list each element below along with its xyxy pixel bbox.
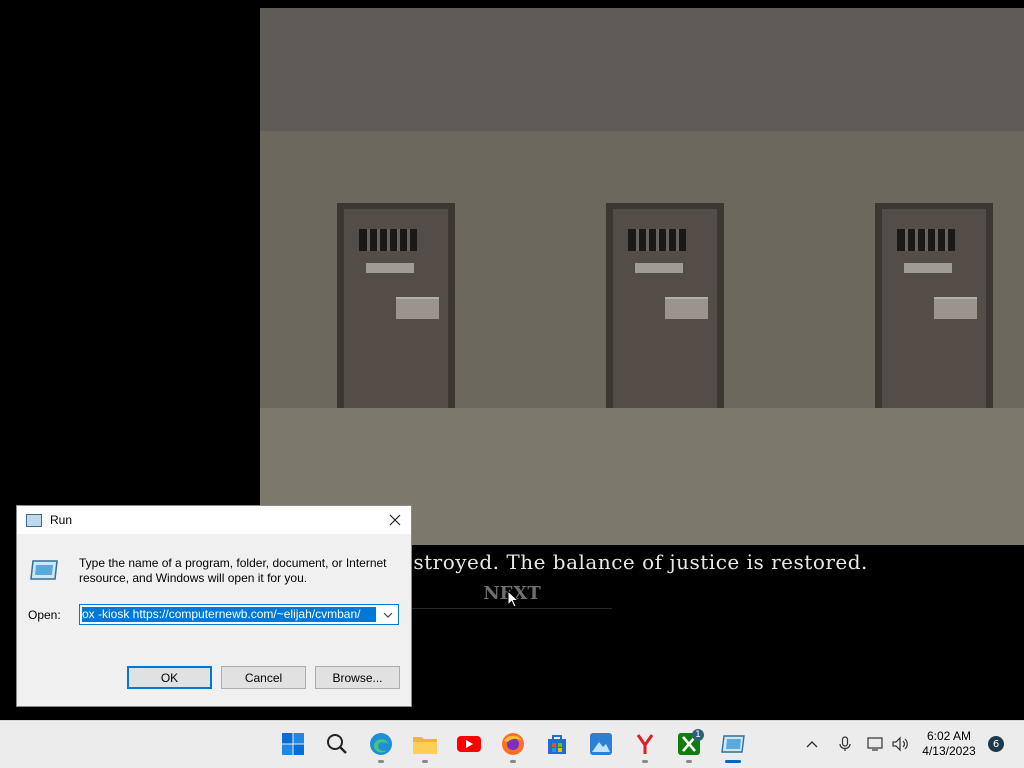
chevron-down-icon [383,612,393,618]
story-text: estroyed. The balance of justice is rest… [401,550,868,574]
firefox-icon [502,733,524,755]
running-indicator [642,760,648,763]
run-icon [26,513,42,527]
search-icon [327,734,347,754]
clock-time: 6:02 AM [926,729,972,743]
close-icon [389,514,401,526]
yandex-button[interactable] [632,731,658,757]
photos-icon [590,733,612,755]
door-window [897,229,955,251]
running-indicator [510,760,516,763]
volume-icon [892,736,908,752]
taskbar: 1 6:02 AM 4/13/2023 6 [0,720,1024,768]
mouse-cursor-icon [507,590,519,608]
search-button[interactable] [324,731,350,757]
ok-button[interactable]: OK [127,666,212,689]
chevron-up-icon [806,741,818,748]
door-plate [366,263,414,273]
yandex-icon [636,734,654,754]
cancel-button[interactable]: Cancel [221,666,306,689]
firefox-button[interactable] [500,731,526,757]
run-program-icon [30,560,58,580]
photos-button[interactable] [588,731,614,757]
door-plate [635,263,683,273]
close-button[interactable] [385,510,405,530]
xbox-badge: 1 [692,729,704,741]
show-hidden-icons-button[interactable] [803,735,821,753]
edge-icon [370,733,392,755]
clock[interactable]: 6:02 AM 4/13/2023 [918,729,980,759]
dialog-titlebar[interactable]: Run [17,506,411,534]
volume-button[interactable] [891,735,909,753]
file-explorer-icon [413,737,437,754]
network-icon [867,737,883,751]
open-input-value[interactable]: ox -kiosk https://computernewb.com/~elij… [82,607,376,622]
running-indicator [378,760,384,763]
cell-door-2 [606,203,724,408]
file-explorer-button[interactable] [412,731,438,757]
divider [402,608,612,609]
ceiling [260,8,1024,131]
open-input[interactable]: ox -kiosk https://computernewb.com/~elij… [79,604,399,625]
open-label: Open: [28,608,61,622]
door-slot [396,297,439,319]
cell-door-1 [337,203,455,408]
start-button[interactable] [280,731,306,757]
dialog-title: Run [50,513,73,527]
store-icon [548,735,566,754]
door-slot [934,297,977,319]
running-indicator [422,760,428,763]
clock-date: 4/13/2023 [922,744,976,758]
cell-door-3 [875,203,993,408]
door-slot [665,297,708,319]
door-window [628,229,686,251]
running-indicator [686,760,692,763]
youtube-button[interactable] [456,731,482,757]
game-scene [260,8,1024,545]
run-taskbar-button[interactable] [720,731,746,757]
edge-button[interactable] [368,731,394,757]
run-icon [721,735,745,753]
door-window [359,229,417,251]
dropdown-button[interactable] [378,605,398,624]
store-button[interactable] [544,731,570,757]
notification-badge[interactable]: 6 [988,736,1004,752]
microphone-button[interactable] [836,735,854,753]
run-dialog: Run Type the name of a program, folder, … [16,505,412,707]
network-button[interactable] [867,735,885,753]
start-icon [282,733,304,755]
active-indicator [725,760,741,763]
door-plate [904,263,952,273]
browse-button[interactable]: Browse... [315,666,400,689]
microphone-icon [839,736,851,751]
youtube-icon [457,736,481,752]
dialog-description: Type the name of a program, folder, docu… [79,556,387,585]
